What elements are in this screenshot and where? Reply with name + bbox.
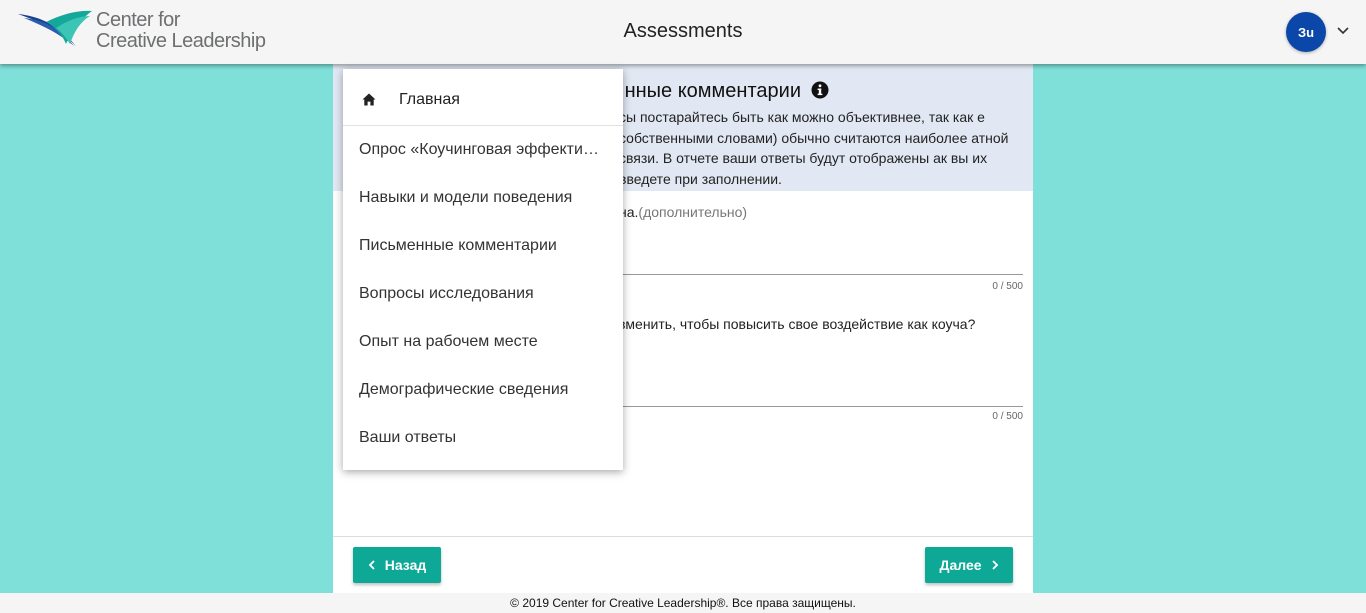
optional-tag: (дополнительно) bbox=[638, 204, 748, 220]
menu-item-label: Опрос «Коучинговая эффекти… bbox=[359, 141, 599, 158]
menu-item-label: Опыт на рабочем месте bbox=[359, 333, 538, 350]
menu-item-label: Ваши ответы bbox=[359, 429, 457, 446]
logo-line-2: Creative Leadership bbox=[96, 30, 266, 52]
menu-home-label: Главная bbox=[399, 91, 460, 108]
menu-item-survey[interactable]: Опрос «Коучинговая эффекти… bbox=[343, 126, 623, 174]
avatar[interactable]: Зu bbox=[1286, 12, 1326, 52]
menu-item-skills[interactable]: Навыки и модели поведения bbox=[343, 174, 623, 222]
logo-wings-icon bbox=[18, 10, 92, 46]
logo-line-1: Center for bbox=[96, 9, 180, 31]
navigation-bar: Назад Далее bbox=[333, 536, 1033, 593]
app-header: Center for Creative Leadership Assessmen… bbox=[0, 0, 1366, 64]
next-button-label: Далее bbox=[939, 557, 982, 573]
back-button[interactable]: Назад bbox=[353, 547, 441, 583]
ccl-logo[interactable]: Center for Creative Leadership bbox=[16, 8, 266, 56]
question-2-counter: 0 / 500 bbox=[992, 411, 1023, 422]
copyright-footer: © 2019 Center for Creative Leadership®. … bbox=[0, 593, 1366, 613]
question-1-counter: 0 / 500 bbox=[992, 281, 1023, 292]
navigation-menu: Главная Опрос «Коучинговая эффекти… Навы… bbox=[343, 69, 623, 470]
menu-item-workplace-experience[interactable]: Опыт на рабочем месте bbox=[343, 318, 623, 366]
menu-item-home[interactable]: Главная bbox=[343, 69, 623, 126]
menu-item-label: Навыки и модели поведения bbox=[359, 189, 573, 206]
menu-item-written-comments[interactable]: Письменные комментарии bbox=[343, 222, 623, 270]
menu-item-label: Вопросы исследования bbox=[359, 285, 534, 302]
logo-text: Center for Creative Leadership bbox=[96, 10, 266, 52]
next-button[interactable]: Далее bbox=[925, 547, 1013, 583]
menu-item-research-questions[interactable]: Вопросы исследования bbox=[343, 270, 623, 318]
menu-item-your-answers[interactable]: Ваши ответы bbox=[343, 414, 623, 462]
home-icon bbox=[362, 93, 376, 106]
menu-item-label: Демографические сведения bbox=[359, 381, 569, 398]
chevron-right-icon bbox=[991, 560, 998, 570]
info-icon[interactable] bbox=[811, 81, 829, 99]
menu-item-label: Письменные комментарии bbox=[359, 237, 557, 254]
chevron-down-icon[interactable] bbox=[1336, 24, 1350, 38]
section-description-text: сы постарайтесь быть как можно объективн… bbox=[619, 109, 1009, 187]
chevron-left-icon bbox=[368, 560, 375, 570]
question-2-text: зменить, чтобы повысить свое воздействие… bbox=[619, 316, 976, 332]
menu-item-demographics[interactable]: Демографические сведения bbox=[343, 366, 623, 414]
back-button-label: Назад bbox=[384, 557, 427, 573]
